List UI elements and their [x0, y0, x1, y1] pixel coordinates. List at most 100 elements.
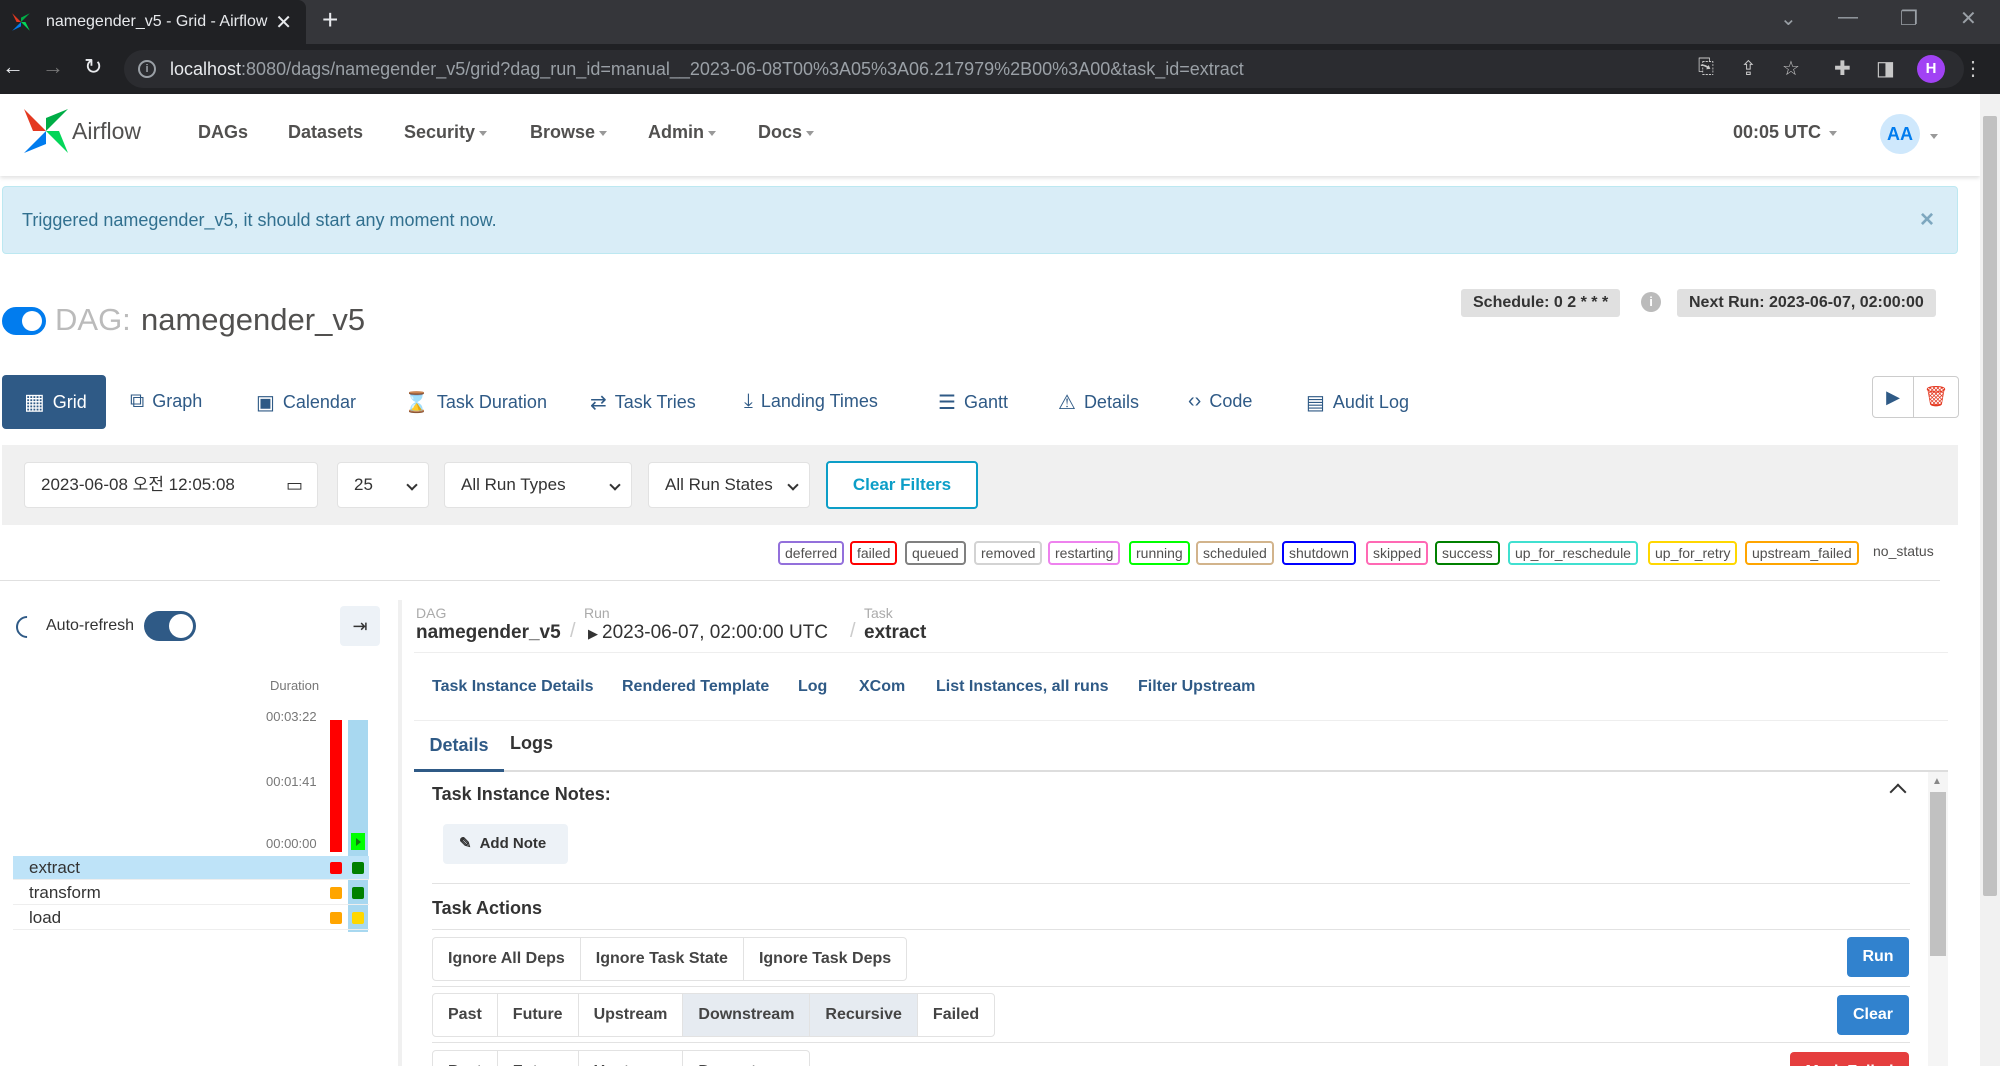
- clear-past-toggle[interactable]: Past: [433, 994, 498, 1036]
- add-note-button[interactable]: ✎ Add Note: [443, 824, 568, 864]
- nav-admin[interactable]: Admin: [648, 122, 716, 143]
- legend-deferred[interactable]: deferred: [778, 541, 845, 565]
- link-xcom[interactable]: XCom: [859, 678, 905, 696]
- nav-datasets[interactable]: Datasets: [288, 122, 363, 143]
- mark-upstream-toggle[interactable]: Upstream: [579, 1051, 684, 1066]
- user-avatar[interactable]: AA: [1880, 114, 1920, 154]
- task-instance-cell[interactable]: [330, 862, 342, 874]
- run-state-select[interactable]: All Run States: [648, 462, 810, 508]
- schedule-info-icon[interactable]: i: [1641, 292, 1661, 312]
- run-duration-bar-running[interactable]: [351, 833, 365, 850]
- browser-tab[interactable]: namegender_v5 - Grid - Airflow ✕: [0, 0, 306, 44]
- run-task-button[interactable]: Run: [1847, 937, 1909, 977]
- airflow-logo-icon[interactable]: [20, 106, 72, 156]
- browser-profile-avatar[interactable]: H: [1917, 55, 1945, 83]
- task-row-transform[interactable]: transform: [13, 881, 369, 905]
- ignore-task-deps-toggle[interactable]: Ignore Task Deps: [744, 938, 906, 980]
- user-menu-caret[interactable]: [1926, 128, 1938, 146]
- task-instance-cell[interactable]: [352, 912, 364, 924]
- panel-resize-handle[interactable]: [398, 600, 402, 1066]
- trigger-dag-button[interactable]: ▶: [1872, 376, 1914, 418]
- extensions-icon[interactable]: ✚: [1834, 56, 1851, 81]
- num-runs-select[interactable]: 25: [337, 462, 429, 508]
- clear-upstream-toggle[interactable]: Upstream: [579, 994, 684, 1036]
- chevron-up-icon[interactable]: [1889, 783, 1907, 801]
- link-log[interactable]: Log: [798, 678, 827, 696]
- task-row-load[interactable]: load: [13, 906, 369, 930]
- scroll-up-arrow-icon[interactable]: ▲: [1932, 776, 1942, 787]
- mark-future-toggle[interactable]: Future: [498, 1051, 579, 1066]
- breadcrumb-dag[interactable]: namegender_v5: [416, 622, 561, 644]
- task-instance-cell[interactable]: [330, 912, 342, 924]
- reload-icon[interactable]: ↻: [84, 54, 102, 80]
- legend-no-status[interactable]: no_status: [1873, 543, 1934, 559]
- tab-instance-details[interactable]: Details: [414, 720, 504, 772]
- airflow-brand[interactable]: Airflow: [72, 118, 141, 145]
- share-icon[interactable]: ⇪: [1740, 56, 1757, 81]
- close-alert-icon[interactable]: ×: [1920, 206, 1934, 234]
- tab-gantt[interactable]: ☰ Gantt: [938, 390, 1008, 415]
- new-tab-icon[interactable]: +: [322, 4, 338, 36]
- legend-success[interactable]: success: [1435, 541, 1500, 565]
- calendar-picker-icon[interactable]: ▭: [286, 463, 303, 507]
- page-scrollbar-thumb[interactable]: [1983, 116, 1997, 896]
- breadcrumb-task[interactable]: extract: [864, 622, 926, 644]
- window-close-icon[interactable]: ✕: [1960, 6, 1977, 31]
- breadcrumb-run[interactable]: ▶ 2023-06-07, 02:00:00 UTC: [588, 622, 828, 644]
- legend-removed[interactable]: removed: [974, 541, 1043, 565]
- tab-task-duration[interactable]: ⌛ Task Duration: [404, 390, 547, 415]
- legend-shutdown[interactable]: shutdown: [1282, 541, 1356, 565]
- base-date-input[interactable]: 2023-06-08 오전 12:05:08 ▭: [24, 462, 318, 508]
- task-instance-cell[interactable]: [352, 887, 364, 899]
- legend-failed[interactable]: failed: [850, 541, 898, 565]
- clear-recursive-toggle[interactable]: Recursive: [810, 994, 918, 1036]
- restore-icon[interactable]: ❐: [1900, 6, 1918, 31]
- task-instance-cell[interactable]: [330, 887, 342, 899]
- link-task-instance-details[interactable]: Task Instance Details: [432, 678, 594, 696]
- translate-icon[interactable]: ⎘: [1698, 56, 1714, 79]
- legend-up-for-retry[interactable]: up_for_retry: [1648, 541, 1738, 565]
- legend-skipped[interactable]: skipped: [1366, 541, 1429, 565]
- bookmark-star-icon[interactable]: ☆: [1782, 56, 1800, 81]
- close-tab-icon[interactable]: ✕: [275, 10, 292, 35]
- tab-instance-logs[interactable]: Logs: [510, 733, 553, 754]
- ignore-task-state-toggle[interactable]: Ignore Task State: [581, 938, 744, 980]
- tab-task-tries[interactable]: ⇄ Task Tries: [590, 390, 696, 415]
- collapse-details-button[interactable]: ⇥: [340, 606, 380, 646]
- tab-graph[interactable]: ⧉ Graph: [130, 390, 202, 413]
- run-type-select[interactable]: All Run Types: [444, 462, 632, 508]
- tab-audit-log[interactable]: ▤ Audit Log: [1306, 390, 1409, 415]
- nav-browse[interactable]: Browse: [530, 122, 608, 143]
- timezone-dropdown[interactable]: 00:05 UTC: [1733, 122, 1838, 143]
- tab-calendar[interactable]: ▣ Calendar: [256, 390, 356, 415]
- auto-refresh-toggle[interactable]: [144, 611, 196, 641]
- back-icon[interactable]: ←: [2, 54, 24, 80]
- legend-queued[interactable]: queued: [905, 541, 966, 565]
- task-row-extract[interactable]: extract: [13, 856, 369, 880]
- clear-failed-toggle[interactable]: Failed: [918, 994, 994, 1036]
- tab-grid[interactable]: ▦ Grid: [2, 375, 106, 429]
- link-filter-upstream[interactable]: Filter Upstream: [1138, 678, 1255, 696]
- delete-dag-button[interactable]: 🗑: [1913, 376, 1959, 418]
- clear-downstream-toggle[interactable]: Downstream: [683, 994, 811, 1036]
- nav-dags[interactable]: DAGs: [198, 122, 248, 143]
- legend-up-for-reschedule[interactable]: up_for_reschedule: [1508, 541, 1638, 565]
- link-list-instances[interactable]: List Instances, all runs: [936, 678, 1109, 696]
- legend-restarting[interactable]: restarting: [1048, 541, 1121, 565]
- mark-past-toggle[interactable]: Past: [433, 1051, 498, 1066]
- minimize-icon[interactable]: —: [1838, 6, 1858, 29]
- tab-landing-times[interactable]: ⤓ Landing Times: [744, 390, 878, 413]
- legend-scheduled[interactable]: scheduled: [1196, 541, 1274, 565]
- side-panel-icon[interactable]: ◨: [1876, 56, 1895, 81]
- details-scrollbar-thumb[interactable]: [1930, 792, 1946, 956]
- tab-code[interactable]: ‹› Code: [1188, 390, 1252, 413]
- browser-menu-icon[interactable]: ⋮: [1963, 56, 1983, 81]
- task-instance-cell[interactable]: [352, 862, 364, 874]
- site-info-icon[interactable]: i: [138, 60, 156, 78]
- nav-docs[interactable]: Docs: [758, 122, 815, 143]
- ignore-all-deps-toggle[interactable]: Ignore All Deps: [433, 938, 581, 980]
- tab-search-icon[interactable]: ⌄: [1780, 6, 1797, 31]
- legend-upstream-failed[interactable]: upstream_failed: [1745, 541, 1859, 565]
- clear-future-toggle[interactable]: Future: [498, 994, 579, 1036]
- clear-task-button[interactable]: Clear: [1837, 995, 1909, 1035]
